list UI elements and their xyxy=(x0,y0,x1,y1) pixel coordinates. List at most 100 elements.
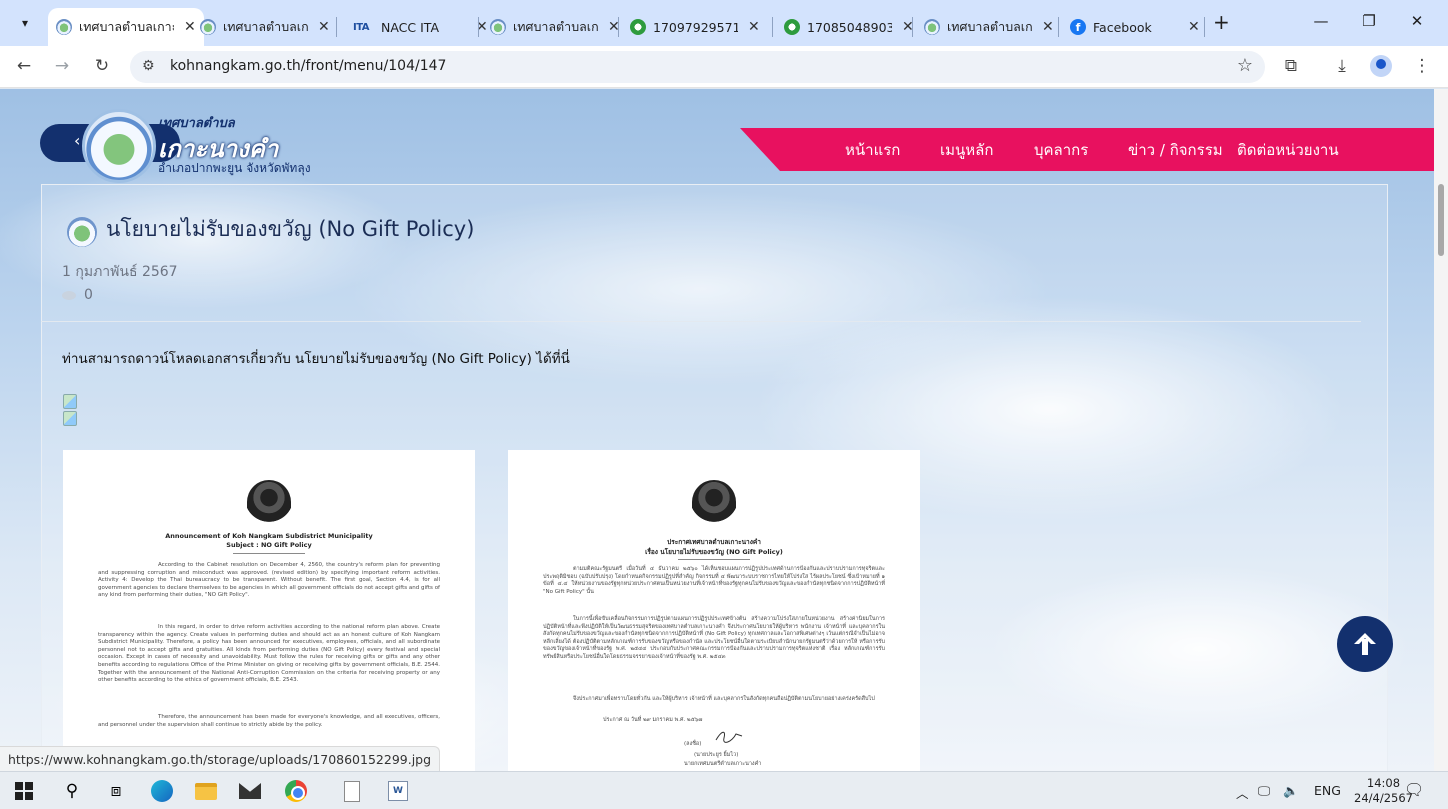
municipality-logo-icon xyxy=(924,19,940,35)
close-icon[interactable]: ✕ xyxy=(318,19,330,35)
mail-button[interactable] xyxy=(238,779,262,803)
municipality-logo-icon xyxy=(56,19,72,35)
input-language[interactable]: ENG xyxy=(1314,783,1341,798)
mail-icon xyxy=(239,783,261,799)
download-icon xyxy=(630,19,646,35)
tab-5[interactable]: 170979295715 ✕ xyxy=(622,8,768,46)
document-thai[interactable]: ประกาศเทศบาลตำบลเกาะนางคำ เรื่อง นโยบายไ… xyxy=(508,450,920,771)
nav-contact[interactable]: ติดต่อหน่วยงาน xyxy=(1237,138,1339,162)
back-to-top-button[interactable] xyxy=(1337,616,1393,672)
doc-signer-position: นายกเทศมนตรีตำบลเกาะนางคำ xyxy=(684,761,762,767)
close-window-button[interactable]: ✕ xyxy=(1402,12,1432,30)
brand-subtitle: อำเภอปากพะยูน จังหวัดพัทลุง xyxy=(158,161,311,175)
tab-3[interactable]: ITA NACC ITA ✕ xyxy=(340,8,496,46)
downloads-button[interactable]: ⤓ xyxy=(1330,56,1354,76)
file-explorer-button[interactable] xyxy=(194,779,218,803)
municipality-logo-icon[interactable] xyxy=(82,109,156,183)
web-page: หน้าแรก เมนูหลัก บุคลากร ข่าว / กิจกรรม … xyxy=(0,89,1448,771)
tab-8[interactable]: f Facebook ✕ xyxy=(1062,8,1208,46)
windows-taskbar: ⚲ ⧈ W ︿ 🖵 🔈 ENG 14:08 24/4/2567 🗨 xyxy=(0,771,1448,809)
tab-6[interactable]: 170850489035 ✕ xyxy=(776,8,922,46)
nav-main-menu[interactable]: เมนูหลัก xyxy=(940,138,993,162)
back-button[interactable]: ← xyxy=(12,56,36,76)
post-date: 1 กุมภาพันธ์ 2567 xyxy=(62,264,178,280)
menu-button[interactable]: ⋮ xyxy=(1410,56,1434,76)
page-scrollbar[interactable] xyxy=(1434,89,1448,771)
forward-button[interactable]: → xyxy=(50,56,74,76)
tab-title: Facebook xyxy=(1093,19,1152,35)
tab-4[interactable]: เทศบาลตำบลเกาะนางคำ ✕ xyxy=(482,8,628,46)
post-body: ท่านสามารถดาวน์โหลดเอกสารเกี่ยวกับ นโยบา… xyxy=(62,351,570,367)
signature-icon xyxy=(715,731,743,743)
extensions-button[interactable]: ⧉ xyxy=(1279,56,1303,76)
minimize-button[interactable]: — xyxy=(1306,12,1336,30)
chrome-taskbar-button[interactable] xyxy=(284,779,308,803)
status-bar-url: https://www.kohnangkam.go.th/storage/upl… xyxy=(0,746,441,771)
municipality-logo-icon xyxy=(490,19,506,35)
start-button[interactable] xyxy=(12,779,36,803)
municipality-logo-icon xyxy=(200,19,216,35)
arrow-up-icon xyxy=(1354,633,1376,655)
url-text[interactable]: kohnangkam.go.th/front/menu/104/147 xyxy=(170,58,446,74)
site-settings-icon[interactable]: ⚙ xyxy=(142,58,155,74)
document-english[interactable]: Announcement of Koh Nangkam Subdistrict … xyxy=(63,450,475,771)
doc-given-date: ประกาศ ณ วันที่ ๒๙ มกราคม พ.ศ. ๒๕๖๗ xyxy=(603,717,703,723)
municipality-logo-icon xyxy=(67,217,97,247)
divider xyxy=(41,321,1361,322)
tab-2[interactable]: เทศบาลตำบลเกาะนางคำ ✕ xyxy=(192,8,338,46)
tray-overflow-icon[interactable]: ︿ xyxy=(1236,783,1249,802)
notepad-button[interactable] xyxy=(340,779,364,803)
plus-icon: + xyxy=(1213,10,1230,34)
browser-toolbar: ← → ↻ ⚙ kohnangkam.go.th/front/menu/104/… xyxy=(0,46,1448,88)
nav-personnel[interactable]: บุคลากร xyxy=(1034,138,1088,162)
network-icon[interactable]: 🖵 xyxy=(1258,783,1270,799)
download-icon: ⤓ xyxy=(1338,56,1346,76)
tab-search-button[interactable]: ▾ xyxy=(12,11,38,35)
reload-icon: ↻ xyxy=(94,56,110,76)
windows-logo-icon xyxy=(15,782,33,800)
restore-icon: ❐ xyxy=(1362,12,1376,30)
folder-icon xyxy=(195,782,217,800)
ita-logo-icon: ITA xyxy=(352,21,370,33)
tab-7[interactable]: เทศบาลตำบลเกาะนางคำ ✕ xyxy=(916,8,1062,46)
chevron-left-icon: ‹ xyxy=(74,131,81,150)
speaker-icon[interactable]: 🔈 xyxy=(1283,783,1299,799)
nav-news[interactable]: ข่าว / กิจกรรม xyxy=(1128,138,1223,162)
doc-paragraph: According to the Cabinet resolution on D… xyxy=(98,562,440,599)
close-icon[interactable]: ✕ xyxy=(1188,19,1200,35)
document-icon xyxy=(344,780,360,802)
close-icon[interactable]: ✕ xyxy=(1042,19,1054,35)
task-view-button[interactable]: ⧈ xyxy=(104,779,128,803)
search-icon: ⚲ xyxy=(65,781,79,801)
nav-home[interactable]: หน้าแรก xyxy=(845,138,900,162)
garuda-emblem-icon xyxy=(247,480,291,524)
tab-title: เทศบาลตำบลเกาะนางคำ xyxy=(223,19,308,34)
doc-subject: Subject : NO Gift Policy xyxy=(226,541,312,549)
tab-1[interactable]: เทศบาลตำบลเกาะนางคำ ✕ xyxy=(48,8,204,46)
edge-taskbar-button[interactable] xyxy=(150,779,174,803)
profile-avatar[interactable] xyxy=(1370,55,1392,77)
search-button[interactable]: ⚲ xyxy=(60,779,84,803)
doc-heading: ประกาศเทศบาลตำบลเกาะนางคำ xyxy=(667,538,761,546)
bookmark-star-icon[interactable]: ☆ xyxy=(1237,55,1253,76)
address-bar[interactable]: ⚙ kohnangkam.go.th/front/menu/104/147 ☆ xyxy=(130,51,1265,83)
notification-icon[interactable]: 🗨 xyxy=(1404,780,1424,799)
scroll-thumb[interactable] xyxy=(1438,184,1444,256)
new-tab-button[interactable]: + xyxy=(1213,10,1230,34)
reload-button[interactable]: ↻ xyxy=(90,56,114,76)
word-button[interactable]: W xyxy=(386,779,410,803)
restore-button[interactable]: ❐ xyxy=(1354,12,1384,30)
arrow-left-icon: ← xyxy=(16,56,32,76)
tab-title: เทศบาลตำบลเกาะนางคำ xyxy=(79,19,174,34)
close-icon[interactable]: ✕ xyxy=(748,19,760,35)
tab-title: 170979295715 xyxy=(653,19,738,35)
view-count: 0 xyxy=(62,287,93,303)
close-icon: ✕ xyxy=(1410,12,1424,30)
download-icon xyxy=(784,19,800,35)
broken-image-icon[interactable] xyxy=(63,394,77,426)
word-icon: W xyxy=(388,781,408,801)
chrome-icon xyxy=(285,780,307,802)
page-title: นโยบายไม่รับของขวัญ (No Gift Policy) xyxy=(106,217,475,241)
doc-paragraph: จึงประกาศมาเพื่อทราบโดยทั่วกัน และให้ผู้… xyxy=(573,696,875,702)
tab-title: NACC ITA xyxy=(381,19,440,35)
